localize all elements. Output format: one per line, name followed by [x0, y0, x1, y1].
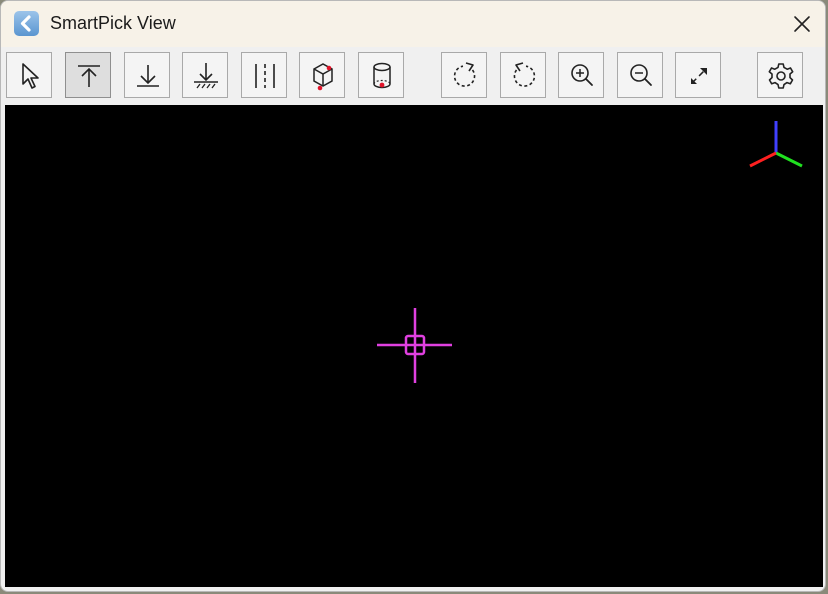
toolbar: [1, 47, 825, 103]
rotate-counterclockwise-button[interactable]: [500, 52, 546, 98]
pick-cylinder-button[interactable]: [358, 52, 404, 98]
zoom-out-button[interactable]: [617, 52, 663, 98]
viewport-canvas: [377, 121, 803, 383]
rotate-counterclockwise-icon: [513, 62, 536, 87]
window-title: SmartPick View: [50, 13, 176, 33]
smartpick-window: SmartPick View: [0, 0, 826, 592]
pick-box-button[interactable]: [299, 52, 345, 98]
close-icon: [794, 16, 810, 32]
rotate-clockwise-button[interactable]: [441, 52, 487, 98]
x-axis: [749, 151, 777, 168]
fit-view-button[interactable]: [675, 52, 721, 98]
snap-axis-icon: [255, 64, 275, 88]
snap-axis-button[interactable]: [241, 52, 287, 98]
zoom-in-icon: [571, 64, 593, 86]
3d-viewport[interactable]: [5, 105, 823, 587]
select-tool-button[interactable]: [6, 52, 52, 98]
rotate-clockwise-icon: [453, 62, 476, 87]
axes-triad: [749, 121, 803, 168]
zoom-in-button[interactable]: [558, 52, 604, 98]
snap-bottom-icon: [137, 65, 159, 87]
settings-button[interactable]: [757, 52, 803, 98]
cylinder-point-icon: [373, 62, 391, 89]
snap-surface-button[interactable]: [182, 52, 228, 98]
gear-icon: [768, 63, 794, 89]
title-bar[interactable]: SmartPick View: [1, 1, 825, 47]
snap-bottom-button[interactable]: [124, 52, 170, 98]
snap-top-button[interactable]: [65, 52, 111, 98]
snap-top-icon: [78, 65, 100, 87]
close-button[interactable]: [785, 7, 819, 41]
expand-icon: [691, 68, 707, 84]
box-point-icon: [313, 63, 333, 91]
pick-crosshair: [377, 308, 452, 383]
y-axis: [775, 151, 803, 168]
select-arrow-icon: [22, 63, 39, 89]
app-icon: [14, 11, 39, 36]
zoom-out-icon: [630, 64, 652, 86]
snap-surface-icon: [194, 63, 218, 89]
